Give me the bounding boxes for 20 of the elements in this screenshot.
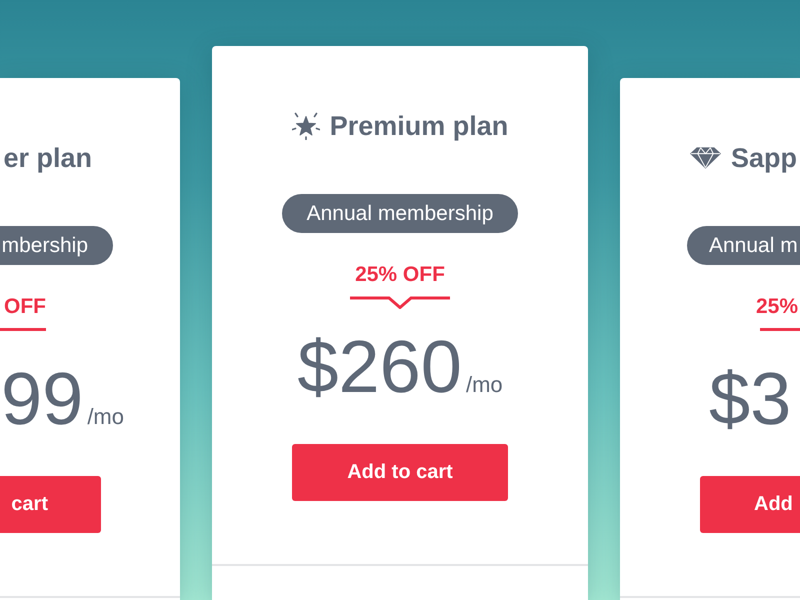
price-period: /mo: [466, 372, 503, 398]
membership-badge: Annual m: [687, 226, 800, 265]
add-to-cart-button[interactable]: Add: [700, 476, 800, 533]
add-to-cart-button[interactable]: cart: [0, 476, 101, 533]
price-amount: $3: [709, 362, 792, 436]
add-to-cart-button[interactable]: Add to cart: [292, 444, 508, 501]
plan-title: Premium plan: [330, 110, 508, 142]
membership-badge: Annual membership: [282, 194, 518, 233]
discount-label: OFF: [4, 294, 46, 320]
star-icon: [292, 112, 320, 140]
price-amount: 99: [1, 362, 84, 436]
discount-label: 25% OFF: [355, 262, 445, 288]
price-amount: $260: [297, 330, 462, 404]
plan-title: Sapp: [731, 142, 798, 174]
discount-label: 25%: [756, 294, 798, 320]
diamond-icon: [690, 147, 721, 169]
discount-underline-icon: [350, 296, 450, 309]
membership-badge: mbership: [0, 226, 113, 265]
price-period: /mo: [87, 404, 124, 430]
plan-title: er plan: [3, 142, 92, 174]
